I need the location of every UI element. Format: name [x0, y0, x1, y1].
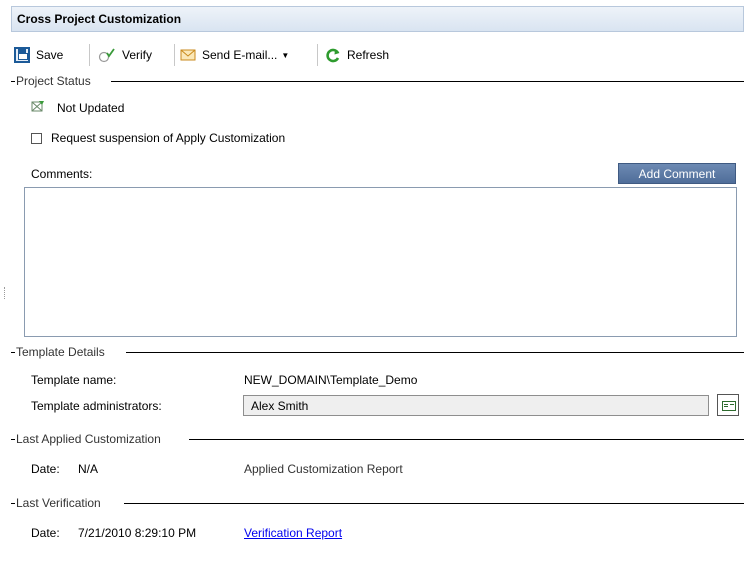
template-admins-field[interactable]: Alex Smith	[243, 395, 709, 416]
template-details-header: Template Details	[11, 345, 744, 359]
template-name-value: NEW_DOMAIN\Template_Demo	[244, 373, 418, 387]
window-title-bar: Cross Project Customization	[11, 6, 744, 32]
verify-icon	[98, 47, 116, 63]
chevron-down-icon[interactable]: ▼	[281, 51, 289, 60]
last-applied-date-value: N/A	[78, 462, 99, 476]
splitter-grip[interactable]	[4, 287, 6, 299]
verify-button[interactable]: Verify	[98, 42, 152, 68]
left-panel-edge	[0, 0, 11, 586]
refresh-button[interactable]: Refresh	[325, 42, 389, 68]
toolbar: Save Verify Send E-mail... ▼ Refresh	[11, 40, 744, 70]
template-name-label: Template name:	[31, 373, 117, 387]
template-admins-value: Alex Smith	[251, 399, 309, 413]
last-verification-header: Last Verification	[11, 496, 744, 510]
last-applied-date-label: Date:	[31, 462, 60, 476]
select-users-icon[interactable]	[717, 394, 739, 416]
last-verification-date-label: Date:	[31, 526, 60, 540]
send-email-button[interactable]: Send E-mail... ▼	[180, 42, 289, 68]
last-verification-title: Last Verification	[16, 496, 101, 510]
refresh-button-label: Refresh	[347, 48, 390, 62]
toolbar-separator	[317, 44, 318, 66]
save-icon	[14, 47, 30, 63]
template-admins-label: Template administrators:	[31, 399, 162, 413]
request-suspension-label[interactable]: Request suspension of Apply Customizatio…	[51, 131, 285, 145]
template-details-title: Template Details	[16, 345, 105, 359]
comments-textarea[interactable]	[24, 187, 737, 337]
status-text: Not Updated	[57, 101, 125, 115]
status-flag-icon	[31, 100, 45, 117]
comments-label: Comments:	[31, 167, 93, 181]
last-applied-header: Last Applied Customization	[11, 432, 744, 446]
toolbar-separator	[174, 44, 175, 66]
verification-report-link[interactable]: Verification Report	[244, 526, 342, 540]
last-applied-title: Last Applied Customization	[16, 432, 161, 446]
save-button-label: Save	[36, 48, 64, 62]
verify-button-label: Verify	[122, 48, 153, 62]
refresh-icon	[325, 47, 341, 63]
send-email-button-label: Send E-mail...	[202, 48, 278, 62]
mail-icon	[180, 47, 196, 63]
toolbar-separator	[89, 44, 90, 66]
applied-customization-report: Applied Customization Report	[244, 462, 403, 476]
save-button[interactable]: Save	[14, 42, 63, 68]
project-status-title: Project Status	[16, 74, 91, 88]
request-suspension-checkbox[interactable]	[31, 133, 42, 144]
project-status-header: Project Status	[11, 74, 744, 88]
add-comment-button[interactable]: Add Comment	[618, 163, 736, 184]
window-title: Cross Project Customization	[17, 12, 182, 26]
last-verification-date-value: 7/21/2010 8:29:10 PM	[78, 526, 197, 540]
